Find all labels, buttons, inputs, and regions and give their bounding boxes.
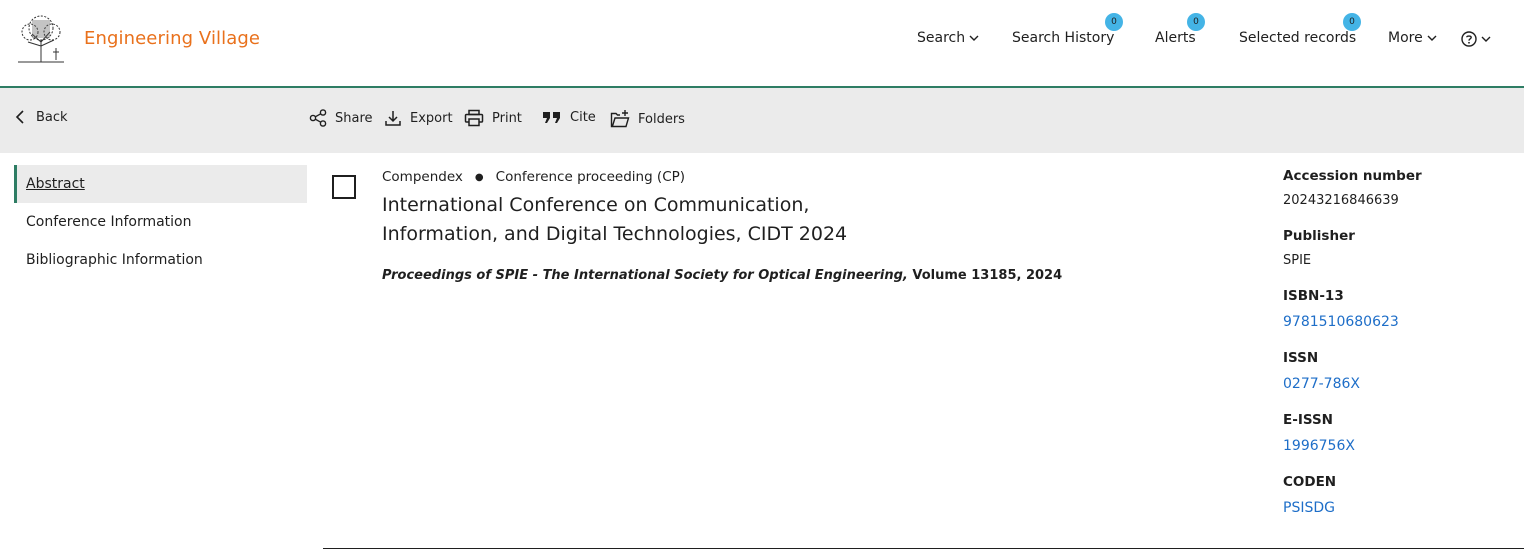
download-icon [385,111,401,126]
print-button[interactable]: Print [464,109,522,127]
top-header: Engineering Village Search Search Histor… [0,0,1524,88]
chevron-down-icon [969,35,979,41]
folders-button[interactable]: Folders [610,109,685,129]
record-title-line: International Conference on Communicatio… [382,194,810,216]
folder-add-icon [610,110,630,128]
sidebar-item-bibliographic-information[interactable]: Bibliographic Information [14,241,307,279]
export-label: Export [410,110,453,126]
issn-label: ISSN [1283,350,1319,366]
eissn-link[interactable]: 1996756X [1283,438,1355,454]
brand-name[interactable]: Engineering Village [84,28,260,49]
printer-icon [464,109,484,127]
coden-label: CODEN [1283,474,1337,490]
elsevier-tree-logo-icon[interactable] [12,12,70,64]
cite-button[interactable]: Cite [542,109,596,125]
source-title: Proceedings of SPIE - The International … [382,268,908,283]
quote-icon [543,112,560,123]
help-menu[interactable] [1461,31,1491,47]
nav-search-history-label: Search History [1012,30,1115,46]
print-label: Print [492,110,522,126]
selected-records-count-badge: 0 [1343,13,1361,31]
sidebar-item-abstract[interactable]: Abstract [14,165,307,203]
help-icon [1461,31,1477,47]
nav-more[interactable]: More [1388,30,1437,46]
publisher-value: SPIE [1283,253,1312,268]
share-button[interactable]: Share [309,109,373,127]
document-type: Conference proceeding (CP) [495,169,686,185]
nav-alerts-label: Alerts [1155,30,1196,46]
sidebar-item-conference-information[interactable]: Conference Information [14,203,307,241]
sidebar-item-label: Conference Information [26,214,192,230]
source-volume-year: Volume 13185, 2024 [907,268,1063,283]
record-toolbar: Back Share Export Print Cite Folders [0,88,1524,153]
select-record-checkbox[interactable] [332,175,356,199]
publisher-label: Publisher [1283,228,1355,244]
cite-label: Cite [570,109,596,125]
nav-more-label: More [1388,30,1423,46]
sidebar-item-label: Bibliographic Information [26,252,203,268]
export-button[interactable]: Export [384,109,453,127]
nav-alerts[interactable]: Alerts [1155,30,1196,46]
share-label: Share [335,110,373,126]
chevron-down-icon [1481,36,1491,42]
share-icon [309,109,327,127]
back-label: Back [36,109,68,125]
nav-search-history[interactable]: Search History [1012,30,1114,46]
record-source: Proceedings of SPIE - The International … [382,268,1062,283]
nav-selected-records[interactable]: Selected records [1239,30,1356,46]
chevron-down-icon [1427,35,1437,41]
record-meta: Compendex ● Conference proceeding (CP) [382,169,685,185]
nav-search-label: Search [917,30,966,46]
search-history-count-badge: 0 [1105,13,1123,31]
isbn-label: ISBN-13 [1283,288,1344,304]
section-divider [323,548,1524,549]
nav-selected-records-label: Selected records [1239,30,1357,46]
sidebar-item-label: Abstract [26,176,85,192]
chevron-left-icon [15,110,24,124]
nav-search[interactable]: Search [917,30,979,46]
eissn-label: E-ISSN [1283,412,1333,428]
folders-label: Folders [638,111,685,127]
isbn-link[interactable]: 9781510680623 [1283,314,1399,330]
separator-dot: ● [474,171,484,183]
record-title: International Conference on Communicatio… [382,191,942,249]
accession-number-label: Accession number [1283,168,1422,184]
issn-link[interactable]: 0277-786X [1283,376,1360,392]
database-label: Compendex [382,169,463,185]
accession-number-value: 20243216846639 [1283,193,1399,208]
alerts-count-badge: 0 [1187,13,1205,31]
record-title-line: Information, and Digital Technologies, C… [382,223,848,245]
back-button[interactable]: Back [14,109,68,125]
coden-link[interactable]: PSISDG [1283,500,1335,516]
